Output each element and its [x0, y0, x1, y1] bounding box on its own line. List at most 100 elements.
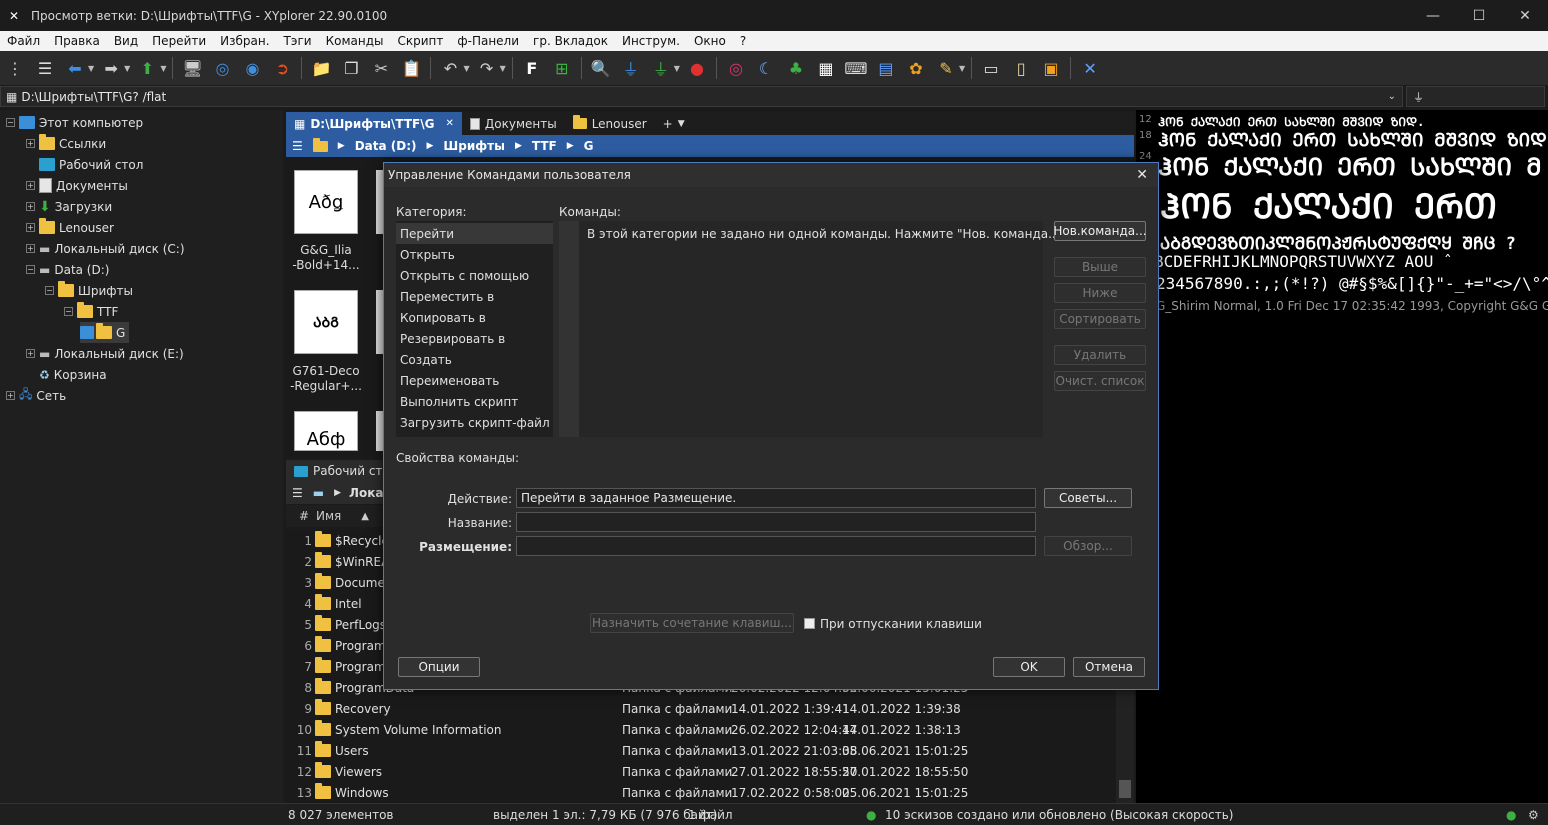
address-dropdown-icon[interactable]: ⌄: [1388, 91, 1396, 102]
info-panel-icon[interactable]: ▣: [1039, 56, 1063, 80]
tab-documents[interactable]: Документы: [462, 112, 565, 135]
move-up-button[interactable]: Выше: [1054, 257, 1146, 277]
font-thumbnail[interactable]: ᲐᲑᲒ: [294, 290, 358, 354]
live-filter-box[interactable]: ⏚: [1406, 86, 1545, 107]
tab-close-icon[interactable]: ✕: [445, 118, 453, 129]
menu-tags[interactable]: Тэги: [277, 34, 319, 48]
commands-list[interactable]: В этой категории не задано ни одной кома…: [559, 221, 1065, 437]
moon-icon[interactable]: ☾: [754, 56, 778, 80]
tree-green-icon[interactable]: ♣: [784, 56, 808, 80]
color-filter-icon[interactable]: ●: [685, 56, 709, 80]
menu-edit[interactable]: Правка: [47, 34, 107, 48]
tree-item-drive-c[interactable]: + ▬ Локальный диск (C:): [26, 238, 185, 259]
tree-item-lenouser[interactable]: + Lenouser: [26, 217, 114, 238]
brush-icon[interactable]: ✎: [934, 56, 958, 80]
tools-icon[interactable]: ✕: [1078, 56, 1102, 80]
up-icon[interactable]: ⬆: [135, 56, 159, 80]
tree-item-computer[interactable]: − Этот компьютер: [6, 112, 143, 133]
font-thumbnail[interactable]: Aðǥ: [294, 170, 358, 234]
menu-script[interactable]: Скрипт: [390, 34, 450, 48]
options-button[interactable]: Опции: [398, 657, 480, 677]
table-row[interactable]: 12 Viewers Папка с файлами 27.01.2022 18:55…: [286, 761, 1134, 782]
crumb-fonts[interactable]: Шрифты: [443, 139, 505, 153]
scroll-thumb[interactable]: [1119, 780, 1131, 798]
menu-go[interactable]: Перейти: [145, 34, 213, 48]
undo-icon[interactable]: ↶: [438, 56, 462, 80]
xyplorer-app-icon[interactable]: ✕: [9, 9, 23, 23]
menu-window[interactable]: Окно: [687, 34, 733, 48]
clear-list-button[interactable]: Очист. список: [1054, 371, 1146, 391]
crumb-g[interactable]: G: [584, 139, 594, 153]
visual-filter-icon[interactable]: ⏚: [649, 56, 673, 80]
gear-icon[interactable]: ⚙: [1528, 808, 1539, 822]
menu-tabsets[interactable]: гр. Вкладок: [526, 34, 615, 48]
crumb-data[interactable]: Data (D:): [355, 139, 417, 153]
filter-icon[interactable]: ⏚: [619, 56, 643, 80]
hamburger-icon[interactable]: ☰: [292, 139, 303, 153]
go-icon[interactable]: ➲: [270, 56, 294, 80]
address-bar[interactable]: ▦ D:\Шрифты\TTF\G? /flat ⌄: [0, 86, 1403, 107]
category-item[interactable]: Выполнить скрипт: [396, 391, 553, 412]
menu-panels[interactable]: ф-Панели: [450, 34, 526, 48]
table-row[interactable]: 13 Windows Папка с файлами 17.02.2022 0:58:…: [286, 782, 1134, 803]
tree-item-links[interactable]: + Ссылки: [26, 133, 106, 154]
dual-pane-icon[interactable]: ▭: [979, 56, 1003, 80]
paste-icon[interactable]: 📋: [399, 56, 423, 80]
category-item[interactable]: Открыть: [396, 244, 553, 265]
cancel-button[interactable]: Отмена: [1073, 657, 1145, 677]
crumb-ttf[interactable]: TTF: [532, 139, 557, 153]
table-row[interactable]: 11 Users Папка с файлами 13.01.2022 21:03:3…: [286, 740, 1134, 761]
col-number[interactable]: #: [299, 509, 316, 523]
move-down-button[interactable]: Ниже: [1054, 283, 1146, 303]
copy-icon[interactable]: ❐: [339, 56, 363, 80]
sort-button[interactable]: Сортировать: [1054, 309, 1146, 329]
category-item[interactable]: Создать: [396, 349, 553, 370]
menu-tools[interactable]: Инструм.: [615, 34, 687, 48]
search-icon[interactable]: 🔍: [589, 56, 613, 80]
computer-icon[interactable]: 🖥: [180, 56, 204, 80]
new-folder-icon[interactable]: 📁: [309, 56, 333, 80]
menu-file[interactable]: Файл: [0, 34, 47, 48]
tips-button[interactable]: Советы...: [1044, 488, 1132, 508]
release-key-checkbox[interactable]: [804, 618, 815, 629]
ok-button[interactable]: OK: [993, 657, 1065, 677]
browse-button[interactable]: Обзор...: [1044, 536, 1132, 556]
tree-item-ttf[interactable]: − TTF: [64, 301, 118, 322]
forward-icon[interactable]: ➡: [99, 56, 123, 80]
category-item[interactable]: Перейти: [396, 223, 553, 244]
menu-toggle-icon[interactable]: ☰: [33, 56, 57, 80]
maximize-icon[interactable]: ☐: [1456, 0, 1502, 31]
catalog-icon[interactable]: ▤: [874, 56, 898, 80]
menu-help[interactable]: ?: [733, 34, 753, 48]
category-item[interactable]: Резервировать в: [396, 328, 553, 349]
grid-icon[interactable]: ▦: [814, 56, 838, 80]
tree-item-drive-d[interactable]: − ▬ Data (D:): [26, 259, 109, 280]
new-command-button[interactable]: Нов.команда...: [1053, 221, 1147, 241]
category-item[interactable]: Копировать в: [396, 307, 553, 328]
tree-item-drive-e[interactable]: + ▬ Локальный диск (E:): [26, 343, 184, 364]
keyboard-icon[interactable]: ⌨: [844, 56, 868, 80]
table-row[interactable]: 9 Recovery Папка с файлами 14.01.2022 1:39:…: [286, 698, 1134, 719]
font-icon[interactable]: F: [520, 56, 544, 80]
tab-g-folder[interactable]: ▦ D:\Шрифты\TTF\G ✕: [286, 112, 462, 135]
font-thumbnail[interactable]: Абф: [294, 411, 358, 451]
hamburger-icon[interactable]: ☰: [292, 486, 303, 500]
assign-hotkey-button[interactable]: Назначить сочетание клавиш...: [590, 613, 794, 633]
color-circles-icon[interactable]: ✿: [904, 56, 928, 80]
target-icon[interactable]: ◎: [210, 56, 234, 80]
name-field[interactable]: [516, 512, 1036, 532]
find-icon[interactable]: ◉: [240, 56, 264, 80]
category-item[interactable]: Загрузить скрипт-файл: [396, 412, 553, 433]
category-item[interactable]: Переименовать: [396, 370, 553, 391]
tab-lenouser[interactable]: Lenouser: [565, 112, 655, 135]
tree-item-fonts[interactable]: − Шрифты: [45, 280, 133, 301]
cut-icon[interactable]: ✂: [369, 56, 393, 80]
tree-item-network[interactable]: + 🖧 Сеть: [6, 385, 66, 406]
menu-commands[interactable]: Команды: [319, 34, 391, 48]
location-field[interactable]: [516, 536, 1036, 556]
tree-item-recycle-bin[interactable]: ♻ Корзина: [39, 364, 107, 385]
delete-button[interactable]: Удалить: [1054, 345, 1146, 365]
minimize-icon[interactable]: —: [1410, 0, 1456, 31]
new-tab-button[interactable]: + ▼: [655, 112, 693, 135]
tree-item-downloads[interactable]: + ⬇ Загрузки: [26, 196, 112, 217]
